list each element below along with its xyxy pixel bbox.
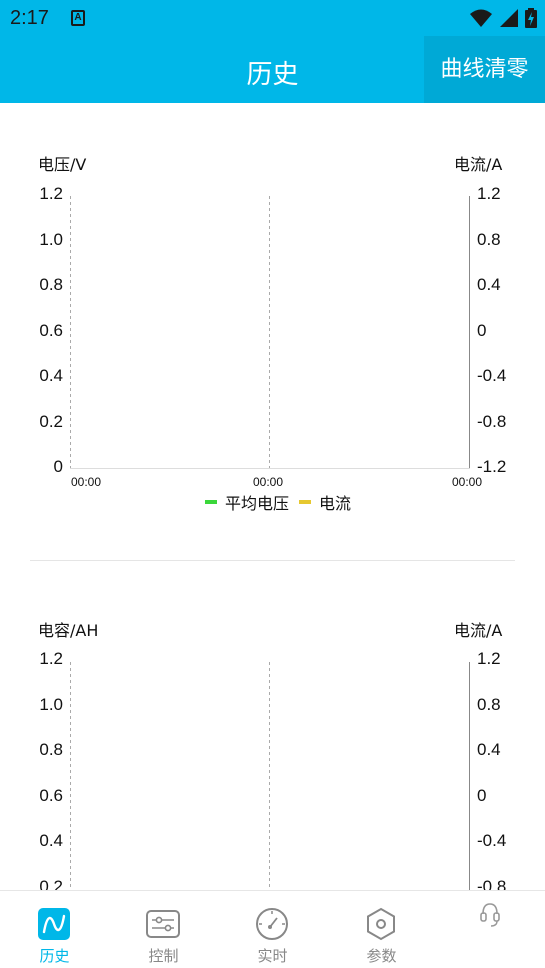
right-axis-tick-label: 1.2 bbox=[477, 184, 501, 203]
left-axis-tick-label: 0.4 bbox=[39, 366, 63, 385]
signal-icon bbox=[500, 9, 518, 27]
app-bar: 历史 曲线清零 bbox=[0, 36, 545, 103]
right-axis-tick-label: -0.4 bbox=[477, 366, 507, 385]
left-axis-tick-label: 1.0 bbox=[39, 694, 63, 714]
left-axis-tick-label: 0.2 bbox=[39, 876, 63, 891]
right-axis-tick-label: 0.4 bbox=[477, 740, 501, 759]
legend-swatch-current bbox=[299, 500, 312, 504]
nav-item-parameters[interactable]: 参数 bbox=[327, 891, 436, 968]
nav-label: 参数 bbox=[366, 947, 397, 965]
headset-icon bbox=[480, 903, 500, 927]
right-axis-tick-label: -1.2 bbox=[477, 457, 507, 476]
capacity-current-chart: 电容/AH 电流/A 1.2 1.0 0.8 0.6 0.4 0.2 1.2 0.8 0.4 0… bbox=[0, 570, 545, 890]
nav-label: 控制 bbox=[148, 947, 179, 965]
nav-label: 实时 bbox=[257, 947, 288, 965]
x-axis-tick-label: 00:00 bbox=[71, 475, 102, 489]
notification-icon: A bbox=[71, 10, 85, 26]
left-axis-tick-label: 0.8 bbox=[39, 275, 63, 294]
left-axis-tick-label: 1.0 bbox=[39, 229, 63, 249]
chart-plot-area bbox=[70, 662, 470, 890]
x-axis-tick-label: 00:00 bbox=[452, 475, 483, 489]
bottom-nav: 历史 控制 实时 参数 bbox=[0, 890, 545, 968]
left-axis-tick-label: 0.2 bbox=[39, 411, 63, 431]
left-axis-tick-label: 0.6 bbox=[39, 320, 63, 340]
nav-item-history[interactable]: 历史 bbox=[0, 891, 109, 968]
right-axis-tick-label: -0.4 bbox=[477, 831, 507, 850]
left-axis-tick-label: 0.4 bbox=[39, 831, 63, 850]
system-icons bbox=[469, 8, 537, 28]
left-axis-tick-label: 0.6 bbox=[39, 785, 63, 805]
right-axis-tick-label: 0 bbox=[477, 785, 487, 805]
right-axis-tick-label: 0.4 bbox=[477, 275, 501, 294]
right-axis-tick-label: 0.8 bbox=[477, 694, 501, 714]
sliders-icon bbox=[146, 910, 180, 938]
legend-item-avg-voltage: 平均电压 bbox=[205, 490, 289, 514]
left-axis-tick-label: 0.8 bbox=[39, 740, 63, 759]
right-axis-tick-label: -0.8 bbox=[477, 411, 507, 431]
chart-legend: 平均电压 电流 bbox=[205, 490, 361, 514]
hex-nut-icon bbox=[367, 907, 395, 941]
right-axis-tick-label: 0 bbox=[477, 320, 487, 340]
wifi-icon bbox=[470, 9, 492, 27]
legend-label: 电流 bbox=[319, 494, 352, 513]
right-axis-tick-label: 1.2 bbox=[477, 649, 501, 668]
right-axis-tick-label: -0.8 bbox=[477, 876, 507, 891]
left-axis-tick-label: 1.2 bbox=[39, 184, 63, 203]
x-axis-tick-label: 00:00 bbox=[253, 475, 284, 489]
battery-icon bbox=[525, 8, 537, 28]
gauge-icon bbox=[256, 908, 288, 940]
legend-item-current: 电流 bbox=[299, 490, 351, 514]
left-axis-tick-label: 0 bbox=[53, 457, 63, 476]
right-axis-tick-label: 0.8 bbox=[477, 229, 501, 249]
nav-item-realtime[interactable]: 实时 bbox=[218, 891, 327, 968]
voltage-current-chart: 电压/V 电流/A 1.2 1.0 0.8 0.6 0.4 0.2 0 1.2 0.8 0.4 0… bbox=[0, 103, 545, 560]
left-axis-tick-label: 1.2 bbox=[39, 649, 63, 668]
history-curve-icon bbox=[38, 908, 70, 940]
nav-item-support[interactable] bbox=[436, 891, 545, 968]
section-divider bbox=[30, 560, 515, 561]
legend-swatch-avg-voltage bbox=[205, 500, 217, 504]
status-time: 2:17 bbox=[10, 7, 49, 29]
nav-item-control[interactable]: 控制 bbox=[109, 891, 218, 968]
legend-label: 平均电压 bbox=[225, 494, 290, 513]
clear-curves-button[interactable]: 曲线清零 bbox=[424, 36, 545, 103]
status-bar: 2:17 A bbox=[0, 0, 545, 36]
nav-label: 历史 bbox=[39, 947, 70, 965]
